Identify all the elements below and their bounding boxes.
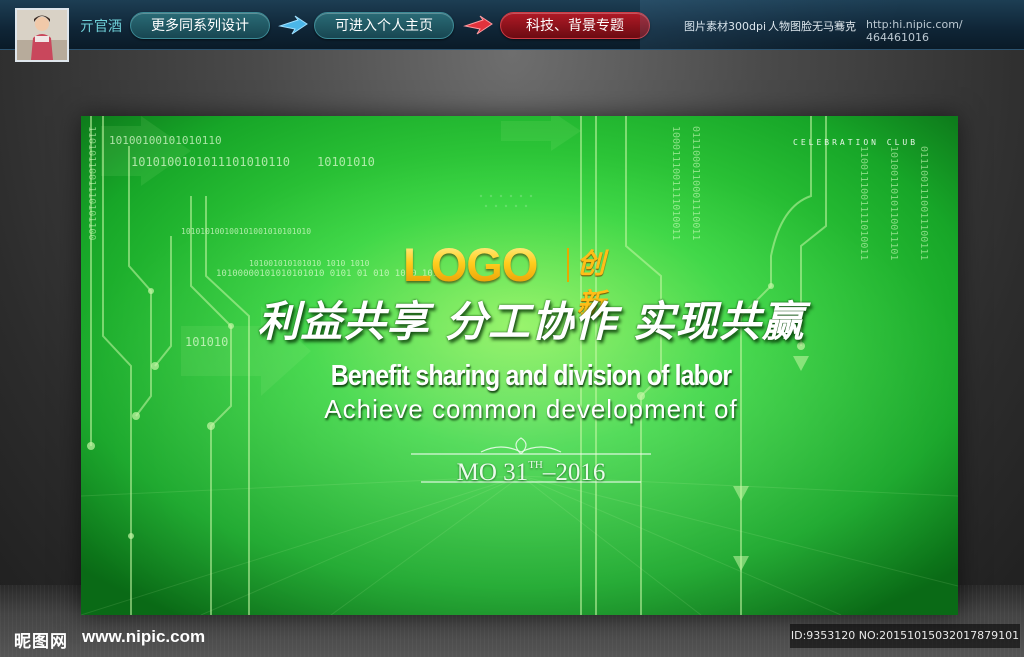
binary-column-5: 0111001110011100111 xyxy=(918,146,929,260)
site-url-link[interactable]: http:hi.nipic.com/ 464461016 xyxy=(866,18,1024,44)
tech-background-topic-button[interactable]: 科技、背景专题 xyxy=(500,12,650,39)
more-series-button[interactable]: 更多同系列设计 xyxy=(130,12,270,39)
binary-column-6: 1101011001110101100 xyxy=(86,126,97,240)
binary-line-3: 10101010 xyxy=(317,155,375,169)
binary-line-5: 101001010101010 1010 1010 xyxy=(249,259,370,268)
avatar[interactable] xyxy=(15,8,69,62)
blue-arrow-icon xyxy=(278,15,308,35)
headline-chinese: 利益共享 分工协作 实现共赢 xyxy=(257,297,805,346)
model-info: 人物图脸无马骞克 xyxy=(768,20,856,33)
nipic-brand[interactable]: 昵图网 xyxy=(14,627,68,652)
celebration-club-label: CELEBRATION CLUB xyxy=(793,138,919,147)
event-date: MO 31TH–2016 xyxy=(456,459,606,486)
binary-line-1: 10100100101010110 xyxy=(109,134,222,147)
binary-column-1: 1000111001111010011 xyxy=(670,126,681,240)
headline-english-1: Benefit sharing and division of labor xyxy=(330,360,732,392)
binary-column-3: 1100111001111010011 xyxy=(858,146,869,260)
binary-column-4: 1010011010110011101 xyxy=(888,146,899,260)
headline-english-2: Achieve common development of xyxy=(324,394,738,424)
date-year: 2016 xyxy=(555,459,606,486)
resolution-info: 图片素材300dpi xyxy=(684,20,767,33)
personal-homepage-button[interactable]: 可进入个人主页 xyxy=(314,12,454,39)
author-name[interactable]: 亓官酒 xyxy=(80,16,122,36)
date-suffix: TH xyxy=(528,459,543,471)
logo-divider xyxy=(567,248,569,282)
binary-column-2: 0111000110001110011 xyxy=(690,126,701,240)
binary-line-2: 1010100101011101010110 xyxy=(131,155,290,169)
top-bar: 亓官酒 更多同系列设计 可进入个人主页 科技、背景专题 图片素材300dpi 人… xyxy=(0,0,1024,50)
image-id-label: ID:9353120 NO:20151015032017879101 xyxy=(790,624,1020,648)
banner-poster: 1000111001111010011 0111000110001110011 … xyxy=(81,116,958,615)
date-prefix: MO 31 xyxy=(456,459,529,486)
red-arrow-icon xyxy=(463,15,493,35)
nipic-url[interactable]: www.nipic.com xyxy=(82,627,205,647)
logo-text: LOGO xyxy=(403,238,538,291)
binary-line-4: 101010100100101001010101010 xyxy=(181,227,311,236)
avatar-photo xyxy=(17,10,67,60)
